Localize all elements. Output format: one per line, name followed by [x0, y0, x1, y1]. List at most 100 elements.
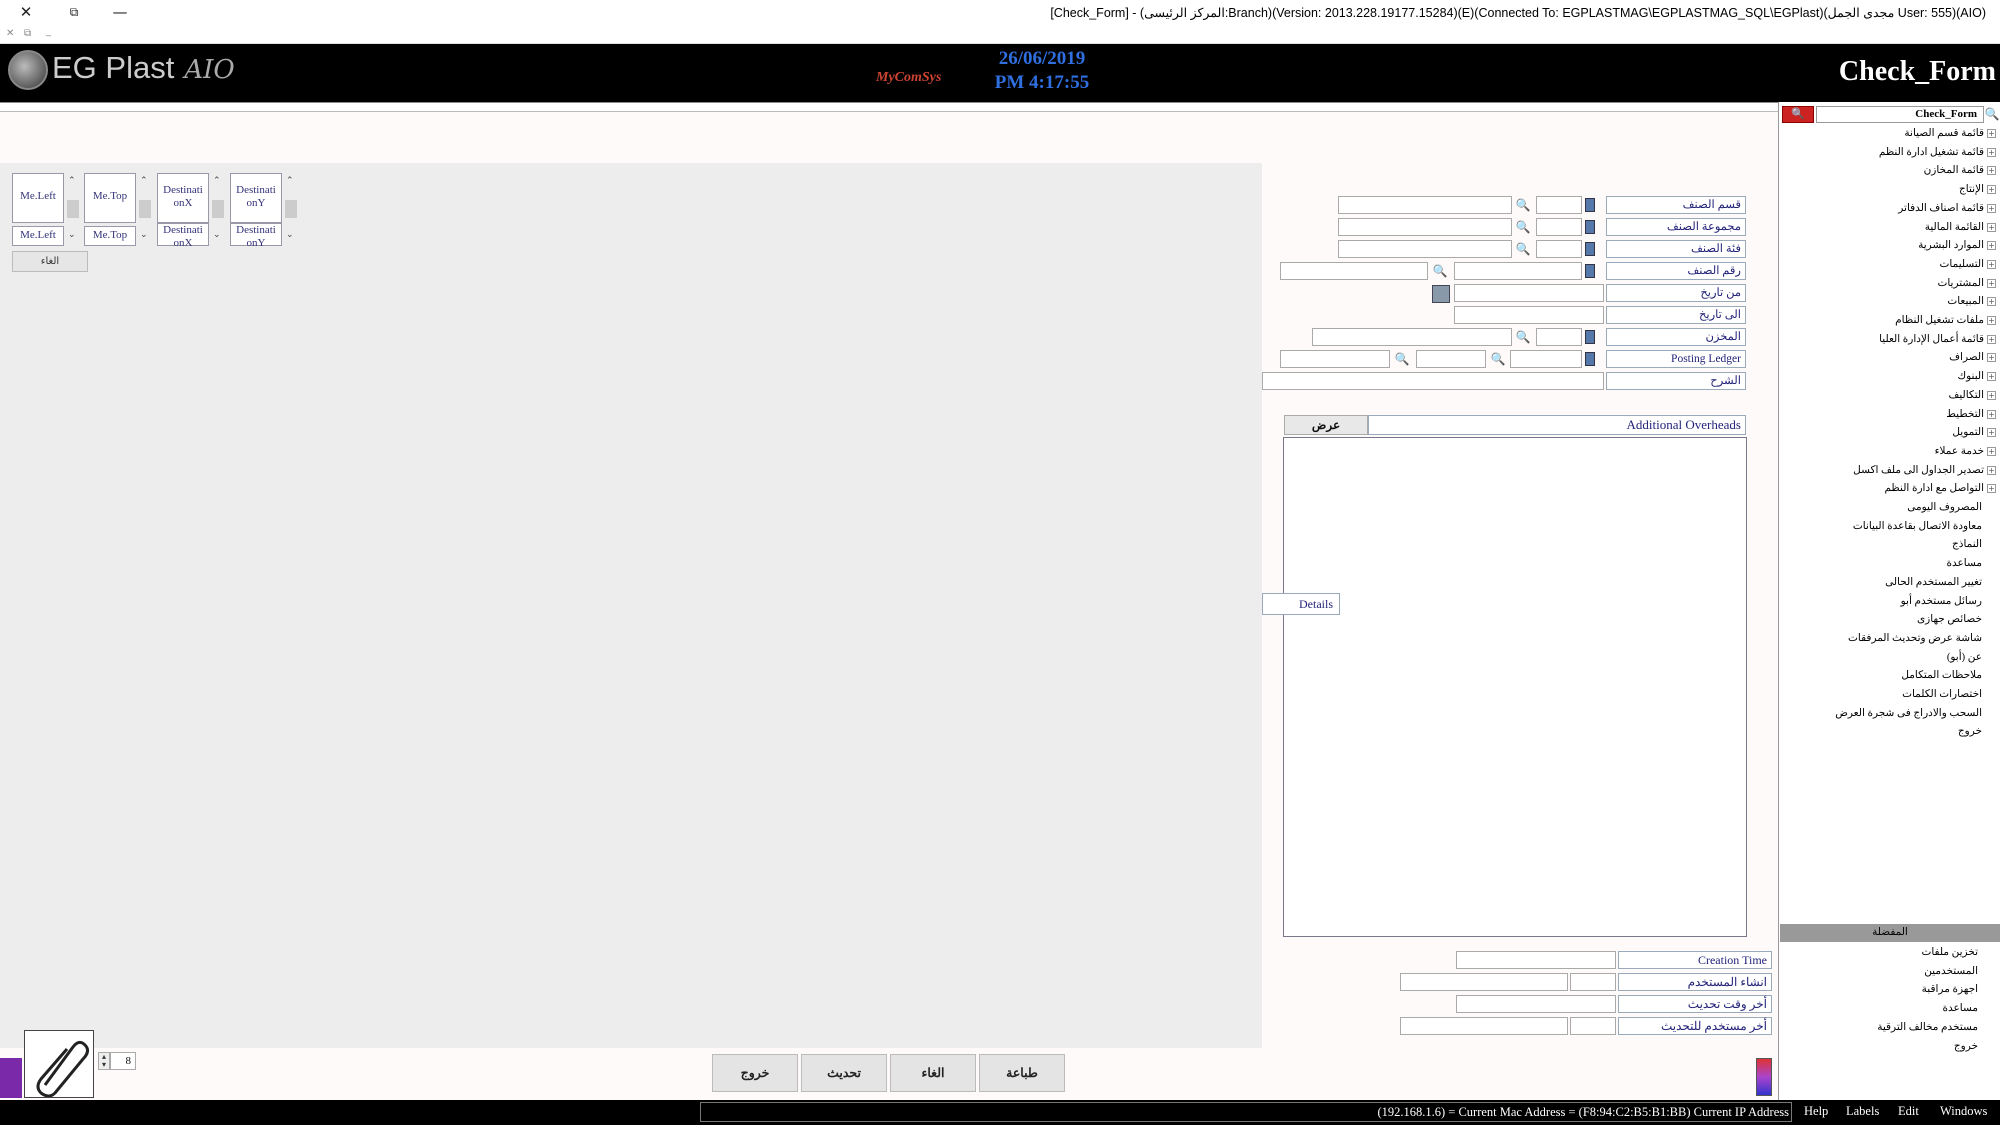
expand-icon[interactable]: +	[1987, 465, 1996, 475]
expand-icon[interactable]: +	[1987, 222, 1996, 232]
expand-icon[interactable]: +	[1987, 147, 1996, 157]
tree-item[interactable]: +الصراف	[1949, 351, 1996, 363]
side-tab[interactable]	[0, 1058, 22, 1098]
favorite-item[interactable]: اجهزة مراقبة	[1922, 983, 1978, 995]
tree-search-input[interactable]: Check_Form	[1816, 106, 1984, 123]
search-icon[interactable]: 🔍	[1432, 263, 1448, 279]
last-update-time-field[interactable]	[1456, 995, 1616, 1013]
favorite-item[interactable]: مستخدم مخالف الترقية	[1877, 1021, 1978, 1033]
lookup-toggle[interactable]	[1585, 198, 1595, 212]
menu-windows[interactable]: Windows	[1940, 1104, 1987, 1119]
lookup-toggle[interactable]	[1585, 242, 1595, 256]
expand-icon[interactable]: +	[1987, 129, 1996, 138]
scroll-track[interactable]	[285, 200, 297, 218]
spin-up-icon[interactable]: ⌃	[68, 176, 76, 186]
search-icon[interactable]: 🔍	[1515, 329, 1531, 345]
expand-icon[interactable]: +	[1987, 241, 1996, 251]
search-icon[interactable]: 🔍	[1515, 241, 1531, 257]
tree-item[interactable]: +المبيعات	[1947, 295, 1996, 307]
calendar-icon[interactable]	[1432, 285, 1450, 303]
tree-item[interactable]: النماذج	[1952, 538, 1982, 550]
tree-item[interactable]: +القائمة المالية	[1925, 221, 1996, 233]
warehouse-name-field[interactable]	[1312, 328, 1512, 346]
tree-item[interactable]: خصائص جهازى	[1917, 613, 1982, 625]
expand-icon[interactable]: +	[1987, 484, 1996, 494]
spin-down-icon[interactable]: ⌄	[213, 230, 221, 240]
restore-window-icon[interactable]: ⧉	[62, 2, 86, 22]
search-icon[interactable]: 🔍	[1984, 106, 2000, 122]
tree-item[interactable]: +تصدير الجداول الى ملف اكسل	[1853, 464, 1996, 476]
tree-item[interactable]: +التواصل مع ادارة النظم	[1884, 482, 1996, 494]
expand-icon[interactable]: +	[1987, 166, 1996, 176]
show-button[interactable]: عرض	[1284, 415, 1368, 435]
debug-cancel-button[interactable]: الغاء	[12, 251, 88, 272]
expand-icon[interactable]: +	[1987, 278, 1996, 288]
expand-icon[interactable]: +	[1987, 353, 1996, 363]
tree-item[interactable]: رسائل مستخدم أبو	[1901, 595, 1982, 607]
tree-item[interactable]: +التمويل	[1952, 426, 1996, 438]
tree-item[interactable]: +خدمة عملاء	[1935, 445, 1996, 457]
expand-icon[interactable]: +	[1987, 446, 1996, 456]
tree-item[interactable]: معاودة الاتصال بقاعدة البيانات	[1853, 520, 1982, 532]
menu-edit[interactable]: Edit	[1898, 1104, 1919, 1119]
tree-item[interactable]: ملاحظات المتكامل	[1901, 669, 1982, 681]
tree-item[interactable]: +قائمة اصناف الدفاتر	[1898, 202, 1996, 214]
expand-icon[interactable]: +	[1987, 390, 1996, 400]
expand-icon[interactable]: +	[1987, 297, 1996, 307]
exit-button[interactable]: خروج	[712, 1054, 798, 1092]
expand-icon[interactable]: +	[1987, 259, 1996, 269]
lookup-toggle[interactable]	[1585, 264, 1595, 278]
search-icon[interactable]: 🔍	[1515, 219, 1531, 235]
item-section-code-field[interactable]	[1536, 196, 1582, 214]
posting-ledger-name-field[interactable]	[1280, 350, 1390, 368]
item-group-name-field[interactable]	[1338, 218, 1512, 236]
posting-ledger-field-2[interactable]	[1416, 350, 1486, 368]
menu-help[interactable]: Help	[1804, 1104, 1828, 1119]
tree-item[interactable]: خروج	[1958, 725, 1982, 737]
last-updated-by-name-field[interactable]	[1400, 1017, 1568, 1035]
item-number-name-field[interactable]	[1280, 262, 1428, 280]
scroll-track[interactable]	[212, 200, 224, 218]
from-date-field[interactable]	[1454, 284, 1604, 302]
expand-icon[interactable]: +	[1987, 203, 1996, 213]
favorite-item[interactable]: تخزين ملفات	[1921, 946, 1978, 958]
expand-icon[interactable]: +	[1987, 316, 1996, 325]
expand-icon[interactable]: +	[1987, 409, 1996, 419]
spin-down-icon[interactable]: ⌄	[140, 230, 148, 240]
creation-time-field[interactable]	[1456, 951, 1616, 969]
close-window-icon[interactable]: ✕	[14, 2, 38, 22]
tree-item[interactable]: مساعدة	[1947, 557, 1982, 569]
mdi-close-icon[interactable]: ✕	[6, 28, 14, 39]
tree-item[interactable]: +الموارد البشرية	[1918, 239, 1996, 251]
created-by-code-field[interactable]	[1570, 973, 1616, 991]
search-icon[interactable]: 🔍	[1394, 351, 1410, 367]
item-group-code-field[interactable]	[1536, 218, 1582, 236]
spin-up-icon[interactable]: ⌃	[213, 176, 221, 186]
tree-item[interactable]: المصروف اليومى	[1907, 501, 1982, 513]
tree-item[interactable]: اختصارات الكلمات	[1902, 688, 1982, 700]
search-icon[interactable]: 🔍	[1490, 351, 1506, 367]
scroll-track[interactable]	[139, 200, 151, 218]
item-category-name-field[interactable]	[1338, 240, 1512, 258]
favorite-item[interactable]: المستخدمين	[1924, 965, 1978, 977]
tree-item[interactable]: السحب والادراج فى شجرة العرض	[1835, 707, 1982, 719]
expand-icon[interactable]: +	[1987, 185, 1996, 195]
tree-item[interactable]: +ملفات تشغيل النظام	[1895, 314, 1996, 326]
lookup-toggle[interactable]	[1585, 352, 1595, 366]
favorite-item[interactable]: مساعدة	[1943, 1002, 1978, 1014]
cancel-button[interactable]: الغاء	[890, 1054, 976, 1092]
tree-item[interactable]: +التكاليف	[1948, 389, 1996, 401]
lookup-toggle[interactable]	[1585, 330, 1595, 344]
last-updated-by-code-field[interactable]	[1570, 1017, 1616, 1035]
mdi-minimize-icon[interactable]: _	[46, 26, 51, 37]
expand-icon[interactable]: +	[1987, 428, 1996, 438]
expand-icon[interactable]: +	[1987, 372, 1996, 382]
print-button[interactable]: طباعة	[979, 1054, 1065, 1092]
details-button[interactable]: Details	[1262, 593, 1340, 615]
tree-item[interactable]: +الإنتاج	[1959, 183, 1996, 195]
tree-item[interactable]: شاشة عرض وتحديث المرفقات	[1848, 632, 1982, 644]
tree-item[interactable]: +التخطيط	[1946, 408, 1996, 420]
description-field[interactable]	[1262, 372, 1604, 390]
tree-item[interactable]: +البنوك	[1957, 370, 1996, 382]
tree-item[interactable]: +قائمة قسم الصيانة	[1904, 127, 1996, 139]
